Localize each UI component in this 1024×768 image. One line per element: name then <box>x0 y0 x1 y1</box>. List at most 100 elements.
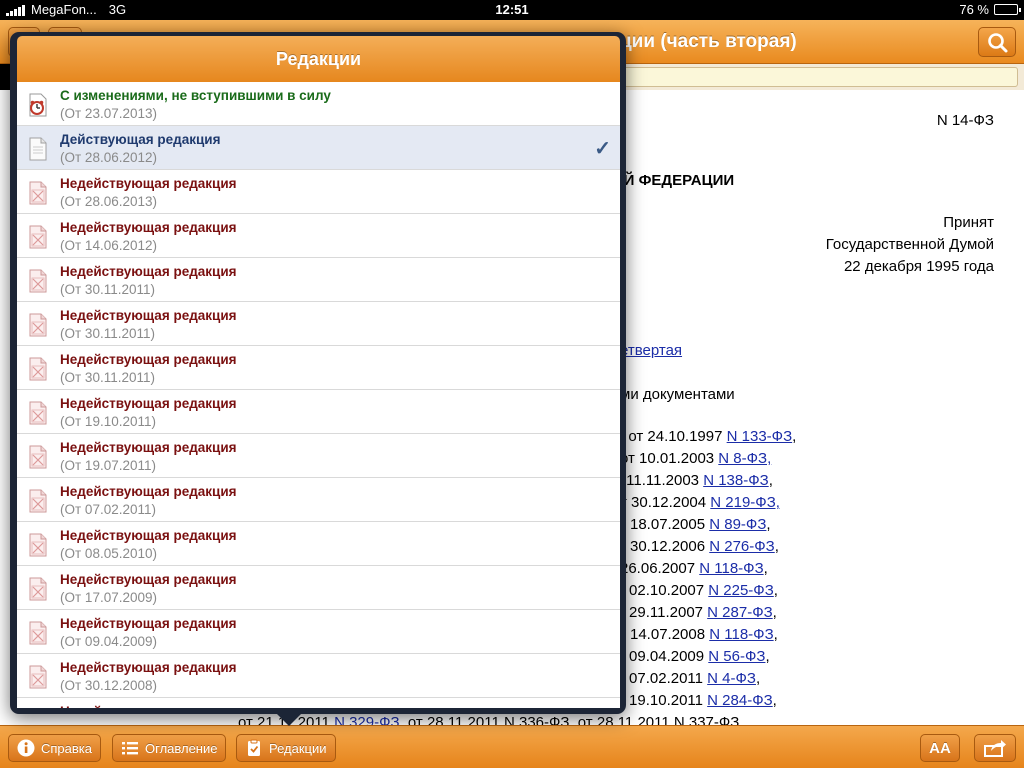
help-button[interactable]: Справка <box>8 734 101 762</box>
amendment-link[interactable]: N 284-ФЗ <box>707 692 773 709</box>
editions-button[interactable]: Редакции <box>236 734 336 762</box>
amendment-link[interactable]: N 89-ФЗ <box>709 516 766 533</box>
edition-row[interactable]: Недействующая редакция (От 17.07.2009) <box>17 566 620 610</box>
document-heading: ОЙ ФЕДЕРАЦИИ <box>612 172 735 189</box>
popover-arrow <box>275 712 303 726</box>
edition-row[interactable]: Недейс <box>17 698 620 708</box>
amendment-link[interactable]: N 138-ФЗ <box>703 472 769 489</box>
edition-date: (От 07.02.2011) <box>60 502 156 517</box>
amendment-line: от 21.11.2011 N 329-ФЗ, от 28.11.2011 N … <box>238 714 744 725</box>
part-four-link[interactable]: етвертая <box>620 342 682 359</box>
edition-title: Недействующая редакция <box>60 396 237 411</box>
amendment-date: .11.11.2003 <box>622 472 704 489</box>
adopted-by: Государственной Думой <box>825 236 994 253</box>
edition-row[interactable]: Недействующая редакция (От 30.11.2011) <box>17 258 620 302</box>
edition-row[interactable]: Недействующая редакция (От 08.05.2010) <box>17 522 620 566</box>
docs-reference: ми документами <box>620 386 735 403</box>
amendment-suffix: , <box>773 626 778 643</box>
amendment-link[interactable]: N 118-ФЗ <box>699 560 763 577</box>
edition-row[interactable]: Недействующая редакция (От 09.04.2009) <box>17 610 620 654</box>
editions-label: Редакции <box>269 740 327 756</box>
edition-title: Недействующая редакция <box>60 528 237 543</box>
amendment-line: т 02.10.2007 N 225-ФЗ, <box>618 582 778 599</box>
inactive-document-icon <box>29 269 47 293</box>
info-icon <box>17 739 35 757</box>
battery-icon <box>994 4 1021 15</box>
font-size-button[interactable]: AA <box>920 734 960 762</box>
edition-row[interactable]: Недействующая редакция (От 19.10.2011) <box>17 390 620 434</box>
amendment-suffix: , <box>774 538 779 555</box>
alarm-clock-document-icon <box>29 93 47 117</box>
amendment-suffix: , <box>768 472 773 489</box>
inactive-document-icon <box>29 665 47 689</box>
amendment-line: от 10.01.2003 N 8-ФЗ, <box>620 450 771 467</box>
edition-row[interactable]: Недействующая редакция (От 30.11.2011) <box>17 302 620 346</box>
amendment-date: т 19.10.2011 <box>618 692 708 709</box>
amendment-suffix: , <box>765 648 770 665</box>
law-number: N 14-ФЗ <box>936 112 994 129</box>
edition-title: Недействующая редакция <box>60 616 237 631</box>
amendment-link[interactable]: N 287-ФЗ <box>707 604 773 621</box>
edition-title: Недействующая редакция <box>60 308 237 323</box>
edition-title: С изменениями, не вступившими в силу <box>60 88 331 103</box>
amendment-line: т 19.10.2011 N 284-ФЗ, <box>618 692 777 709</box>
amendment-link[interactable]: N 329-ФЗ <box>334 714 400 725</box>
inactive-document-icon <box>29 445 47 469</box>
amendment-suffix: , <box>792 428 797 445</box>
inactive-document-icon <box>29 313 47 337</box>
amendment-suffix: , от 28.11.2011 N 336-ФЗ, от 28.11.2011 … <box>399 714 744 725</box>
amendment-date: т 09.04.2009 <box>618 648 709 665</box>
edition-date: (От 09.04.2009) <box>60 634 157 649</box>
edition-row[interactable]: Недействующая редакция (От 14.06.2012) <box>17 214 620 258</box>
adopted-date: 22 декабря 1995 года <box>843 258 994 275</box>
inactive-document-icon <box>29 225 47 249</box>
editions-popover: Редакции С изменениями, не вступившими в… <box>10 32 626 714</box>
search-button[interactable] <box>978 27 1016 57</box>
share-button[interactable] <box>974 734 1016 762</box>
amendment-line: т 30.12.2004 N 219-ФЗ, <box>620 494 780 511</box>
amendment-link[interactable]: N 219-ФЗ, <box>710 494 780 511</box>
contents-button[interactable]: Оглавление <box>112 734 227 762</box>
battery-percent: 76 % <box>959 2 989 17</box>
checkmark-icon: ✓ <box>594 138 611 160</box>
amendment-link[interactable]: N 118-ФЗ <box>709 626 773 643</box>
edition-row[interactable]: Недействующая редакция (От 30.12.2008) <box>17 654 620 698</box>
inactive-document-icon <box>29 621 47 645</box>
edition-title: Недействующая редакция <box>60 176 237 191</box>
amendment-line: 30.12.2006 N 276-ФЗ, <box>630 538 779 555</box>
amendment-link[interactable]: N 133-ФЗ <box>727 428 793 445</box>
contents-label: Оглавление <box>145 740 218 756</box>
amendment-line: т 29.11.2007 N 287-ФЗ, <box>618 604 777 621</box>
amendment-link[interactable]: N 276-ФЗ <box>709 538 775 555</box>
edition-row[interactable]: Недействующая редакция (От 30.11.2011) <box>17 346 620 390</box>
editions-icon <box>248 739 260 756</box>
amendment-link[interactable]: N 56-ФЗ <box>708 648 765 665</box>
edition-row[interactable]: С изменениями, не вступившими в силу (От … <box>17 82 620 126</box>
amendment-date: 18.07.2005 <box>630 516 710 533</box>
amendment-date: т 29.11.2007 <box>618 604 708 621</box>
amendment-date: т 07.02.2011 <box>618 670 708 687</box>
edition-row[interactable]: Действующая редакция (От 28.06.2012) ✓ <box>17 126 620 170</box>
edition-row[interactable]: Недействующая редакция (От 07.02.2011) <box>17 478 620 522</box>
amendment-line: 26.06.2007 N 118-ФЗ, <box>620 560 768 577</box>
edition-date: (От 14.06.2012) <box>60 238 157 253</box>
edition-row[interactable]: Недействующая редакция (От 19.07.2011) <box>17 434 620 478</box>
document-title: ции (часть вторая) <box>620 31 797 52</box>
edition-title: Недействующая редакция <box>60 264 237 279</box>
amendment-line: т 09.04.2009 N 56-ФЗ, <box>618 648 770 665</box>
amendment-line: 14.07.2008 N 118-ФЗ, <box>630 626 778 643</box>
amendment-date: , от 24.10.1997 <box>620 428 727 445</box>
part-four-link-text[interactable]: етвертая <box>620 342 682 359</box>
amendment-link[interactable]: N 225-ФЗ <box>708 582 774 599</box>
info-strip-inner <box>600 67 1018 87</box>
amendment-suffix: , <box>773 582 778 599</box>
edition-date: (От 30.11.2011) <box>60 282 155 297</box>
inactive-document-icon <box>29 533 47 557</box>
amendment-line: .11.11.2003 N 138-ФЗ, <box>622 472 773 489</box>
inactive-document-icon <box>29 357 47 381</box>
list-icon <box>122 742 138 755</box>
edition-row[interactable]: Недействующая редакция (От 28.06.2013) <box>17 170 620 214</box>
amendment-link[interactable]: N 4-ФЗ <box>707 670 756 687</box>
amendment-link[interactable]: N 8-ФЗ, <box>718 450 771 467</box>
status-bar: MegaFon... 3G 12:51 76 % <box>0 0 1024 20</box>
